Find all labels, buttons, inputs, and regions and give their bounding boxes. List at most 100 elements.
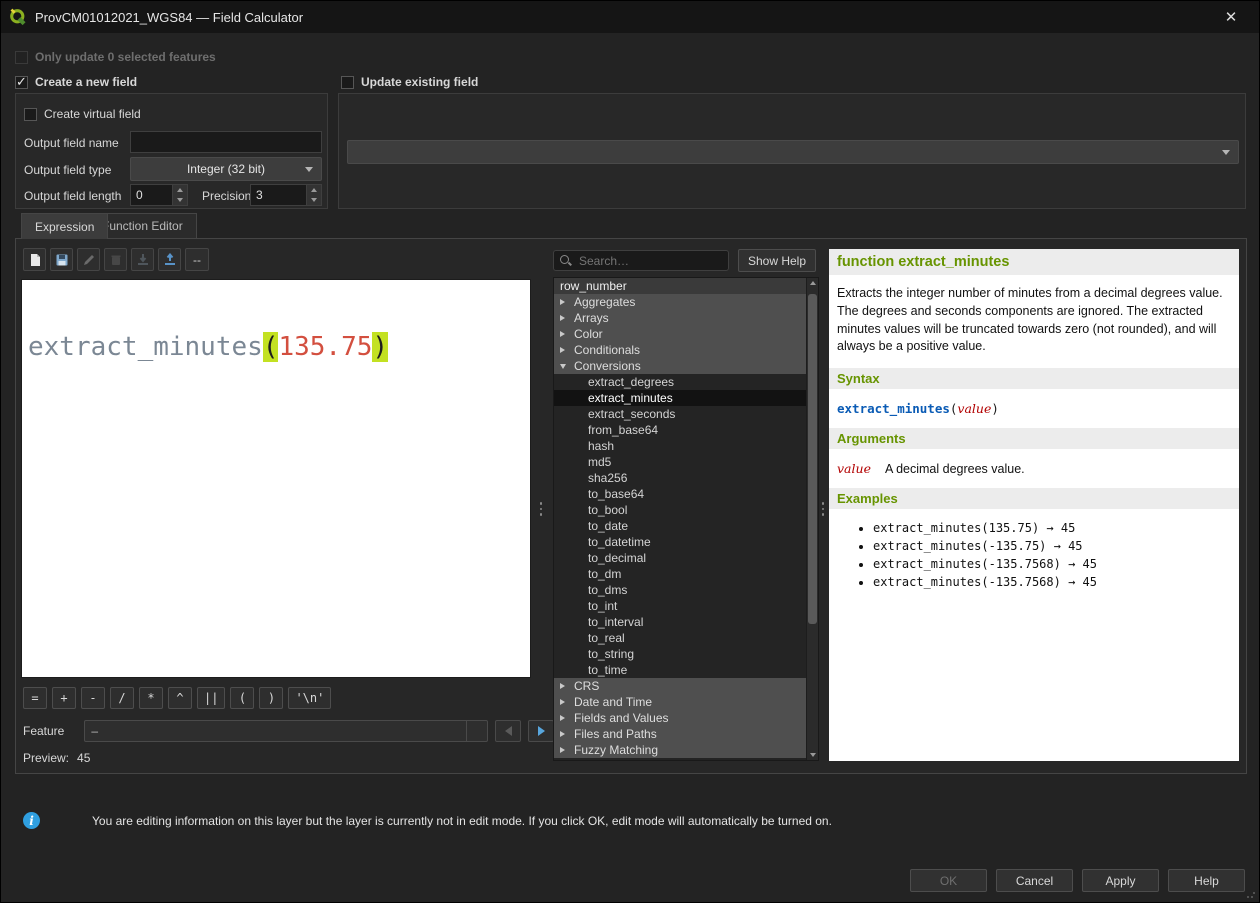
scroll-up-icon[interactable]: [810, 281, 816, 285]
spin-up-icon[interactable]: [311, 188, 317, 192]
operator-button[interactable]: -: [81, 687, 105, 709]
tree-item-to_dm[interactable]: to_dm: [554, 566, 806, 582]
tree-item-to_string[interactable]: to_string: [554, 646, 806, 662]
function-search-box[interactable]: [553, 250, 729, 271]
tree-item-Arrays[interactable]: Arrays: [554, 310, 806, 326]
remove-expression-icon[interactable]: [104, 248, 127, 271]
chevron-right-icon[interactable]: [560, 347, 574, 353]
tree-item-to_real[interactable]: to_real: [554, 630, 806, 646]
update-existing-field-checkbox-row[interactable]: Update existing field: [341, 74, 478, 90]
update-existing-field-checkbox[interactable]: [341, 76, 354, 89]
tree-item-to_interval[interactable]: to_interval: [554, 614, 806, 630]
save-expression-icon[interactable]: [50, 248, 73, 271]
search-input[interactable]: [577, 253, 711, 269]
output-field-type-combobox[interactable]: Integer (32 bit): [130, 157, 322, 181]
operator-button[interactable]: ): [259, 687, 283, 709]
chevron-right-icon[interactable]: [560, 315, 574, 321]
operator-button[interactable]: *: [139, 687, 163, 709]
tree-item-extract_degrees[interactable]: extract_degrees: [554, 374, 806, 390]
help-button[interactable]: Help: [1168, 869, 1245, 892]
output-field-name-input[interactable]: [130, 131, 322, 153]
previous-feature-button[interactable]: [495, 720, 521, 742]
spin-down-icon[interactable]: [311, 198, 317, 202]
apply-button[interactable]: Apply: [1082, 869, 1159, 892]
edit-expression-icon[interactable]: [77, 248, 100, 271]
splitter-handle[interactable]: [538, 489, 544, 529]
tree-item-Date and Time[interactable]: Date and Time: [554, 694, 806, 710]
feature-combobox[interactable]: –: [84, 720, 488, 742]
existing-field-combobox[interactable]: [347, 140, 1239, 164]
tree-item-Color[interactable]: Color: [554, 326, 806, 342]
create-new-field-checkbox[interactable]: [15, 76, 28, 89]
tree-item-Files and Paths[interactable]: Files and Paths: [554, 726, 806, 742]
chevron-right-icon[interactable]: [560, 699, 574, 705]
tree-item-Fuzzy Matching[interactable]: Fuzzy Matching: [554, 742, 806, 758]
import-expressions-icon[interactable]: [131, 248, 154, 271]
tree-item-sha256[interactable]: sha256: [554, 470, 806, 486]
chevron-right-icon[interactable]: [560, 747, 574, 753]
spin-down-icon[interactable]: [177, 198, 183, 202]
tree-item-to_decimal[interactable]: to_decimal: [554, 550, 806, 566]
show-help-button[interactable]: Show Help: [738, 249, 816, 272]
operator-button[interactable]: ^: [168, 687, 192, 709]
tree-item-md5[interactable]: md5: [554, 454, 806, 470]
spinner-arrows[interactable]: [306, 185, 321, 205]
dash-button[interactable]: --: [185, 248, 209, 271]
tree-item-from_base64[interactable]: from_base64: [554, 422, 806, 438]
create-new-field-checkbox-row[interactable]: Create a new field: [15, 74, 137, 90]
tree-item-to_time[interactable]: to_time: [554, 662, 806, 678]
tree-item-to_int[interactable]: to_int: [554, 598, 806, 614]
operator-button[interactable]: /: [110, 687, 134, 709]
tree-item-row_number[interactable]: row_number: [554, 278, 806, 294]
tree-item-hash[interactable]: hash: [554, 438, 806, 454]
tree-item-Conversions[interactable]: Conversions: [554, 358, 806, 374]
spinner-arrows[interactable]: [172, 185, 187, 205]
tree-item-Fields and Values[interactable]: Fields and Values: [554, 710, 806, 726]
tree-item-Aggregates[interactable]: Aggregates: [554, 294, 806, 310]
tree-item-CRS[interactable]: CRS: [554, 678, 806, 694]
tree-scrollbar[interactable]: [806, 278, 818, 760]
chevron-right-icon[interactable]: [560, 731, 574, 737]
operator-button[interactable]: (: [230, 687, 254, 709]
ok-button[interactable]: OK: [910, 869, 987, 892]
splitter-handle[interactable]: [820, 489, 826, 529]
chevron-right-icon[interactable]: [560, 683, 574, 689]
only-update-checkbox[interactable]: [15, 51, 28, 64]
chevron-down-icon[interactable]: [560, 364, 574, 369]
tree-item-to_datetime[interactable]: to_datetime: [554, 534, 806, 550]
only-update-checkbox-row[interactable]: Only update 0 selected features: [15, 49, 216, 65]
tree-item-to_bool[interactable]: to_bool: [554, 502, 806, 518]
precision-spinner[interactable]: 3: [250, 184, 322, 206]
output-field-length-spinner[interactable]: 0: [130, 184, 188, 206]
chevron-right-icon[interactable]: [560, 299, 574, 305]
new-expression-icon[interactable]: [23, 248, 46, 271]
operator-button[interactable]: +: [52, 687, 76, 709]
resize-grip[interactable]: [1246, 889, 1256, 899]
scroll-down-icon[interactable]: [810, 753, 816, 757]
create-virtual-field-checkbox[interactable]: [24, 108, 37, 121]
tree-item-Conditionals[interactable]: Conditionals: [554, 342, 806, 358]
create-virtual-field-checkbox-row[interactable]: Create virtual field: [24, 106, 141, 122]
expression-editor[interactable]: extract_minutes(135.75): [21, 279, 531, 678]
operator-button[interactable]: =: [23, 687, 47, 709]
operator-button[interactable]: '\n': [288, 687, 331, 709]
tree-item-extract_seconds[interactable]: extract_seconds: [554, 406, 806, 422]
close-icon[interactable]: ✕: [1213, 1, 1249, 33]
tree-item-to_dms[interactable]: to_dms: [554, 582, 806, 598]
scrollbar-thumb[interactable]: [808, 294, 817, 624]
tab-expression[interactable]: Expression: [21, 213, 108, 239]
syntax-line: extract_minutes(value): [837, 401, 1231, 416]
cancel-button[interactable]: Cancel: [996, 869, 1073, 892]
tree-item-to_base64[interactable]: to_base64: [554, 486, 806, 502]
chevron-down-icon: [1222, 150, 1230, 155]
chevron-right-icon[interactable]: [560, 331, 574, 337]
examples-heading: Examples: [829, 488, 1239, 509]
chevron-down-icon[interactable]: [466, 721, 487, 741]
tree-item-to_date[interactable]: to_date: [554, 518, 806, 534]
tree-item-extract_minutes[interactable]: extract_minutes: [554, 390, 806, 406]
next-feature-button[interactable]: [528, 720, 554, 742]
chevron-right-icon[interactable]: [560, 715, 574, 721]
spin-up-icon[interactable]: [177, 188, 183, 192]
operator-button[interactable]: ||: [197, 687, 225, 709]
export-expressions-icon[interactable]: [158, 248, 181, 271]
